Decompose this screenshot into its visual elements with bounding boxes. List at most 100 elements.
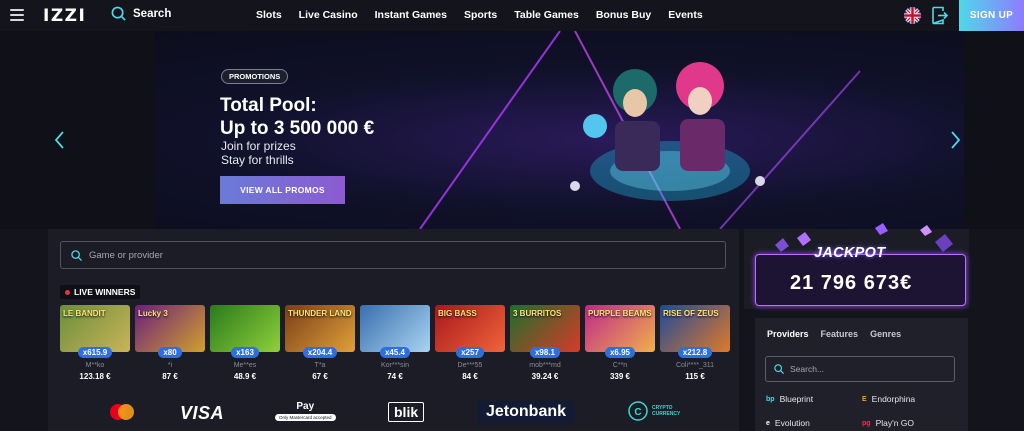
live-winners-text: LIVE WINNERS	[74, 287, 136, 297]
blik-logo: blik	[388, 402, 425, 422]
live-winners-label: LIVE WINNERS	[60, 285, 141, 299]
login-icon[interactable]	[930, 6, 949, 25]
winner-amount: 48.9 €	[233, 372, 257, 381]
nav-instant-games[interactable]: Instant Games	[375, 9, 447, 21]
game-thumbnail[interactable]	[210, 305, 280, 352]
endorphina-icon: E	[862, 395, 867, 403]
multiplier-badge: x204.4	[302, 347, 338, 358]
game-thumbnail[interactable]: 3 BURRITOS	[510, 305, 580, 352]
winner-card[interactable]: 3 BURRITOS x98.1 mob***md 39.24 €	[510, 305, 580, 381]
nav-sports[interactable]: Sports	[464, 9, 497, 21]
game-thumbnail[interactable]	[360, 305, 430, 352]
provider-blueprint[interactable]: bp Blueprint	[766, 394, 813, 404]
game-thumbnail[interactable]: RISE OF ZEUS	[660, 305, 730, 352]
sidebar-tabs: Providers Features Genres	[767, 329, 913, 339]
game-thumbnail-title: LE BANDIT	[63, 309, 106, 318]
playngo-icon: pg	[862, 419, 871, 427]
search-icon	[774, 364, 784, 374]
winner-card[interactable]: LE BANDIT x615.9 M**ko 123.18 €	[60, 305, 130, 381]
live-winners-list: LE BANDIT x615.9 M**ko 123.18 € Lucky 3 x80 *i…	[60, 305, 730, 381]
uk-flag-icon[interactable]	[904, 7, 921, 24]
winner-username: De***55	[457, 362, 483, 369]
visa-logo: VISA	[180, 403, 225, 423]
svg-text:C: C	[634, 407, 641, 418]
winner-card[interactable]: x45.4 Kor***sin 74 €	[360, 305, 430, 381]
game-thumbnail-title: THUNDER LAND	[288, 309, 352, 318]
promo-title-line2: Up to 3 500 000 €	[220, 118, 375, 139]
site-logo[interactable]: IZZI	[43, 6, 86, 26]
sign-up-button[interactable]: SIGN UP	[959, 0, 1024, 31]
game-thumbnail[interactable]: BIG BASS	[435, 305, 505, 352]
multiplier-badge: x98.1	[529, 347, 561, 358]
game-thumbnail[interactable]: LE BANDIT	[60, 305, 130, 352]
evolution-icon: e	[766, 419, 770, 427]
game-thumbnail[interactable]: PURPLE BEAMS	[585, 305, 655, 352]
winner-card[interactable]: BIG BASS x257 De***55 84 €	[435, 305, 505, 381]
search-icon	[111, 6, 126, 21]
multiplier-badge: x212.8	[677, 347, 713, 358]
winner-amount: 123.18 €	[79, 372, 111, 381]
tab-providers[interactable]: Providers	[767, 329, 809, 339]
provider-playngo[interactable]: pg Play'n GO	[862, 418, 914, 428]
provider-name: Blueprint	[779, 394, 814, 404]
blueprint-icon: bp	[766, 395, 775, 403]
multiplier-badge: x45.4	[379, 347, 411, 358]
hero-characters-image	[570, 62, 765, 201]
promo-title: Total Pool: Up to 3 500 000 €	[220, 94, 374, 140]
game-search-input[interactable]	[89, 249, 689, 261]
promo-title-line1: Total Pool:	[220, 95, 317, 116]
provider-name: Endorphina	[871, 394, 916, 404]
game-thumbnail-title: PURPLE BEAMS	[588, 309, 652, 318]
winner-username: Coli****_311	[675, 362, 714, 369]
winner-username: C**n	[612, 362, 628, 369]
nav-live-casino[interactable]: Live Casino	[299, 9, 358, 21]
provider-evolution[interactable]: e Evolution	[766, 418, 810, 428]
winner-card[interactable]: THUNDER LAND x204.4 T*a 67 €	[285, 305, 355, 381]
winner-card[interactable]: RISE OF ZEUS x212.8 Coli****_311 115 €	[660, 305, 730, 381]
apple-pay-logo: Pay Only Mastercard accepted	[275, 401, 336, 421]
banner-next-arrow-icon[interactable]	[948, 130, 962, 150]
winner-card[interactable]: Lucky 3 x80 *i 87 €	[135, 305, 205, 381]
provider-endorphina[interactable]: E Endorphina	[862, 394, 915, 404]
promo-subtitle: Join for prizes Stay for thrills	[221, 139, 296, 167]
provider-search-input[interactable]	[790, 364, 950, 374]
winner-card[interactable]: PURPLE BEAMS x6.95 C**n 339 €	[585, 305, 655, 381]
game-thumbnail-title: BIG BASS	[438, 309, 477, 318]
winner-amount: 67 €	[312, 372, 328, 381]
banner-right-panel	[964, 31, 1024, 229]
search-icon	[71, 249, 82, 261]
provider-name: Evolution	[774, 418, 810, 428]
view-all-promos-button[interactable]: VIEW ALL PROMOS	[220, 176, 345, 204]
nav-bonus-buy[interactable]: Bonus Buy	[596, 9, 651, 21]
winner-card[interactable]: x163 Me**es 48.9 €	[210, 305, 280, 381]
winner-username: mob***md	[529, 362, 561, 369]
banner-prev-arrow-icon[interactable]	[53, 130, 67, 150]
header-search-label: Search	[133, 7, 172, 20]
game-thumbnail[interactable]: Lucky 3	[135, 305, 205, 352]
banner-left-panel	[0, 31, 155, 229]
promo-sub-line2: Stay for thrills	[221, 153, 294, 167]
winner-username: M**ko	[85, 362, 105, 369]
main-nav: Slots Live Casino Instant Games Sports T…	[256, 9, 720, 21]
jackpot-label: JACKPOT	[814, 245, 886, 261]
nav-events[interactable]: Events	[668, 9, 702, 21]
top-bar: IZZI Search Slots Live Casino Instant Ga…	[0, 0, 1024, 31]
nav-table-games[interactable]: Table Games	[514, 9, 579, 21]
winner-amount: 84 €	[462, 372, 478, 381]
nav-slots[interactable]: Slots	[256, 9, 282, 21]
promo-sub-line1: Join for prizes	[221, 139, 296, 153]
promotions-badge: PROMOTIONS	[221, 69, 289, 84]
hamburger-menu-icon[interactable]	[10, 9, 24, 21]
game-thumbnail-title: Lucky 3	[138, 309, 168, 318]
jackpot-value: 21 796 673€	[790, 272, 913, 294]
winner-amount: 115 €	[685, 372, 705, 381]
provider-name: Play'n GO	[875, 418, 915, 428]
game-thumbnail[interactable]: THUNDER LAND	[285, 305, 355, 352]
game-search-field[interactable]	[60, 241, 726, 269]
tab-genres[interactable]: Genres	[870, 329, 901, 339]
header-search-button[interactable]: Search	[111, 6, 171, 21]
tab-features[interactable]: Features	[821, 329, 859, 339]
crypto-line2: CURRENCY	[652, 411, 681, 417]
provider-search-field[interactable]	[765, 356, 955, 382]
winner-amount: 339 €	[609, 372, 631, 381]
